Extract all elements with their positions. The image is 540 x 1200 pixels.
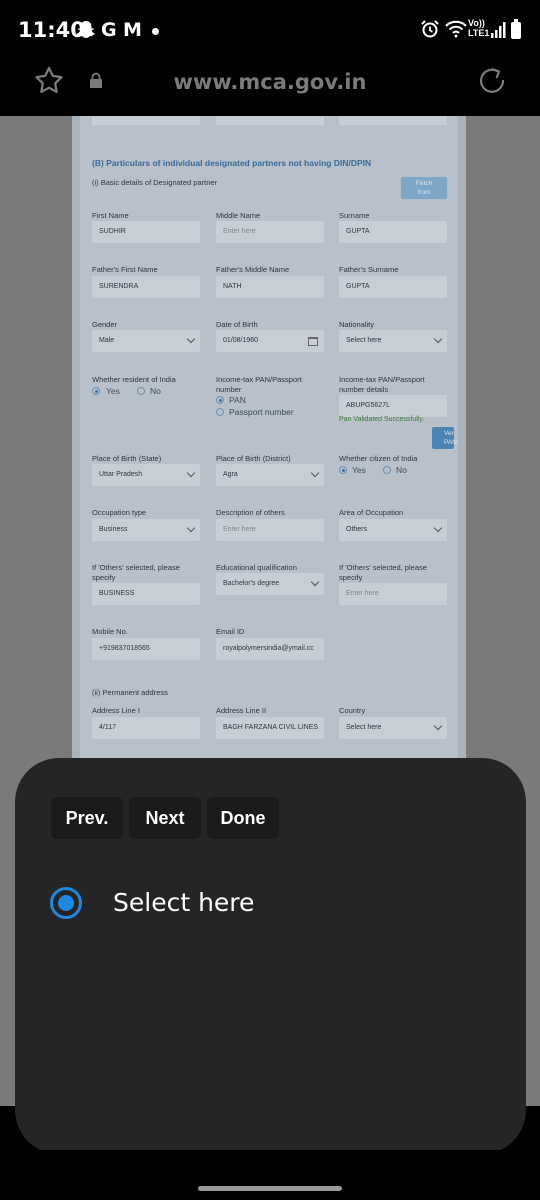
status-time: 11:40	[18, 18, 85, 42]
volte-label: Vo)) LTE1	[468, 18, 489, 38]
browser-toolbar: www.mca.gov.in	[0, 60, 540, 116]
select-picker-sheet: Prev. Next Done Select here	[15, 758, 526, 1154]
google-icon: G	[101, 19, 117, 41]
option-label[interactable]: Select here	[113, 888, 254, 917]
done-button[interactable]: Done	[207, 797, 279, 839]
battery-icon	[511, 19, 521, 39]
alarm-icon	[421, 20, 439, 38]
status-bar: 11:40 G M Vo)) LTE1	[0, 0, 540, 60]
snapchat-icon	[76, 21, 95, 38]
reload-icon[interactable]	[478, 66, 506, 94]
prev-button[interactable]: Prev.	[51, 797, 123, 839]
home-gesture-pill[interactable]	[198, 1186, 342, 1191]
gmail-icon: M	[123, 19, 142, 41]
wifi-icon	[445, 20, 467, 38]
volte-line1: Vo))	[468, 18, 485, 28]
volte-line2: LTE1	[468, 28, 490, 38]
url-bar[interactable]: www.mca.gov.in	[0, 70, 540, 94]
next-button[interactable]: Next	[129, 797, 201, 839]
navigation-bar	[0, 1150, 540, 1200]
notification-dot	[152, 28, 159, 35]
signal-icon	[491, 22, 506, 38]
option-radio-selected[interactable]	[50, 887, 82, 919]
